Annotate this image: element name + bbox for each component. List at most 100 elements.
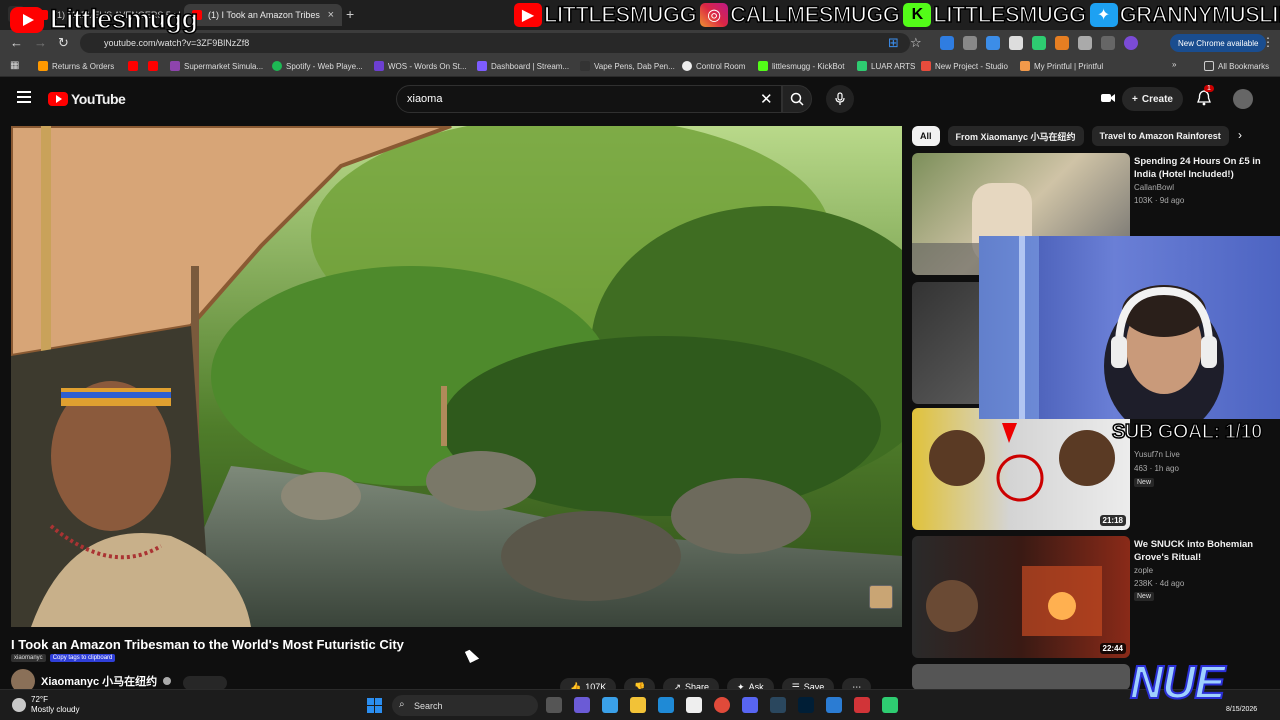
reload-icon[interactable]: ↻ <box>58 35 69 51</box>
account-avatar[interactable] <box>1233 89 1253 109</box>
store-icon[interactable] <box>686 697 702 713</box>
browser-menu-icon[interactable]: ⋮ <box>1262 35 1274 49</box>
video-thumbnail[interactable]: 21:18 <box>912 408 1130 530</box>
puzzle-icon[interactable] <box>1078 36 1092 50</box>
extension-icon[interactable] <box>1009 36 1023 50</box>
extension-icon[interactable] <box>986 36 1000 50</box>
social-handle: LITTLESMUGG <box>543 1 697 28</box>
social-twitter: ✦ GRANNYMUSLIM <box>1089 1 1280 28</box>
video-player[interactable] <box>11 126 902 627</box>
voice-search-button[interactable] <box>826 85 854 113</box>
microphone-icon <box>835 92 845 105</box>
recommendation-channel[interactable]: zople <box>1134 566 1153 575</box>
discord-icon[interactable] <box>742 697 758 713</box>
close-tab-icon[interactable]: × <box>328 9 334 21</box>
bookmark-wos[interactable]: WOS - Words On St... <box>374 61 467 71</box>
browser-tab-2[interactable]: (1) I Took an Amazon Tribes × <box>184 4 342 26</box>
streamer-name: Littlesmugg <box>49 3 198 35</box>
bookmark-vape[interactable]: Vape Pens, Dab Pen... <box>580 61 675 71</box>
clear-search-icon[interactable]: ✕ <box>760 90 773 108</box>
bookmarks-bar: ▦ Returns & Orders Supermarket Simula...… <box>0 56 1280 77</box>
acrobat-icon[interactable] <box>854 697 870 713</box>
bookmark-printful[interactable]: My Printful | Printful <box>1020 61 1103 71</box>
bookmark-new-project[interactable]: New Project - Studio <box>921 61 1008 71</box>
new-chrome-label: New Chrome available <box>1178 38 1259 48</box>
youtube-home-logo[interactable]: YouTube <box>48 91 126 107</box>
notifications-button[interactable]: 1 <box>1197 85 1214 111</box>
bookmark-control-room[interactable]: Control Room <box>682 61 745 71</box>
all-bookmarks[interactable]: All Bookmarks <box>1204 61 1269 71</box>
extension-icon[interactable] <box>963 36 977 50</box>
twitter-icon: ✦ <box>1089 3 1118 27</box>
profile-avatar-icon[interactable] <box>1124 36 1138 50</box>
bookmark-youtube-2[interactable] <box>148 61 158 71</box>
copy-tags-button[interactable]: Copy tags to clipboard <box>49 654 116 662</box>
chip-from-channel[interactable]: From Xiaomanyc 小马在纽约 <box>947 126 1084 146</box>
translate-icon[interactable]: ⊞ <box>888 35 899 51</box>
kick-icon: K <box>903 3 932 27</box>
task-view-icon[interactable] <box>546 697 562 713</box>
bookmark-supermarket[interactable]: Supermarket Simula... <box>170 61 263 71</box>
bookmark-kickbot[interactable]: littlesmugg - KickBot <box>758 61 844 71</box>
recommendation-title[interactable]: We SNUCK into Bohemian Grove's Ritual! <box>1134 538 1274 564</box>
bookmark-label: Spotify - Web Playe... <box>286 61 363 71</box>
create-label: Create <box>1141 93 1173 105</box>
taskbar-search[interactable]: ⌕ Search <box>392 695 538 716</box>
extension-icon[interactable] <box>1032 36 1046 50</box>
search-input[interactable]: xiaoma <box>396 85 782 113</box>
bookmark-star-icon[interactable]: ☆ <box>910 35 922 51</box>
chrome-icon[interactable] <box>714 697 730 713</box>
video-duration: 21:18 <box>1099 515 1126 526</box>
video-tag[interactable]: xiaomanyc <box>11 654 46 662</box>
subscription-bell-button[interactable] <box>183 676 227 690</box>
channel-watermark[interactable] <box>869 585 893 609</box>
recommendation-item[interactable]: 22:44 We SNUCK into Bohemian Grove's Rit… <box>912 536 1253 658</box>
recommendation-title[interactable]: Spending 24 Hours On £5 in India (Hotel … <box>1134 155 1274 181</box>
bookmark-luar[interactable]: LUAR ARTS <box>857 61 915 71</box>
video-frame-jungle-river <box>11 126 902 627</box>
copilot-icon[interactable] <box>602 697 618 713</box>
recommendation-channel[interactable]: Yusuf7n Live <box>1134 450 1180 459</box>
apps-grid-icon[interactable]: ▦ <box>10 60 19 71</box>
edge-icon[interactable] <box>658 697 674 713</box>
channel-name[interactable]: Xiaomanyc 小马在纽约 <box>41 673 157 689</box>
app-icon[interactable] <box>882 697 898 713</box>
video-thumbnail[interactable]: 22:44 <box>912 536 1130 658</box>
chip-all[interactable]: All <box>912 126 940 146</box>
chevron-right-icon[interactable]: › <box>1238 128 1242 142</box>
new-tab-icon[interactable]: + <box>346 6 354 22</box>
media-icon[interactable] <box>1101 36 1115 50</box>
recommendation-channel[interactable]: CallanBowl <box>1134 183 1174 192</box>
folder-icon <box>1204 61 1214 71</box>
bookmark-youtube-1[interactable] <box>128 61 138 71</box>
photoshop-icon[interactable] <box>798 697 814 713</box>
windows-start-icon[interactable] <box>367 698 382 713</box>
create-button[interactable]: + Create <box>1122 87 1183 111</box>
bookmark-returns[interactable]: Returns & Orders <box>38 61 114 71</box>
file-explorer-icon[interactable] <box>630 697 646 713</box>
steam-icon[interactable] <box>770 697 786 713</box>
bookmark-label: Dashboard | Stream... <box>491 61 570 71</box>
temperature: 72°F <box>31 695 48 704</box>
social-kick: K LITTLESMUGG <box>903 1 1087 28</box>
extension-icon[interactable] <box>1055 36 1069 50</box>
url-field[interactable]: youtube.com/watch?v=3ZF9BlNzZf8 <box>80 33 910 53</box>
back-icon[interactable]: ← <box>10 35 23 50</box>
plus-icon: + <box>1132 93 1138 105</box>
notepad-icon[interactable] <box>826 697 842 713</box>
weather-widget[interactable]: 72°F Mostly cloudy <box>12 695 79 715</box>
bookmarks-overflow-icon[interactable]: » <box>1172 60 1176 69</box>
forward-icon[interactable]: → <box>34 35 47 50</box>
extension-icon[interactable] <box>940 36 954 50</box>
search-button[interactable] <box>782 85 812 113</box>
bookmark-spotify[interactable]: Spotify - Web Playe... <box>272 61 363 71</box>
teams-icon[interactable] <box>574 697 590 713</box>
new-chrome-button[interactable]: New Chrome available <box>1170 34 1267 52</box>
social-handle: GRANNYMUSLIM <box>1119 1 1280 28</box>
video-thumbnail[interactable] <box>912 664 1130 690</box>
menu-hamburger-icon[interactable] <box>17 91 31 103</box>
notification-badge: 1 <box>1204 85 1214 92</box>
chip-travel-amazon[interactable]: Travel to Amazon Rainforest <box>1091 126 1229 146</box>
bookmark-dashboard[interactable]: Dashboard | Stream... <box>477 61 569 71</box>
video-camera-icon[interactable] <box>1100 91 1116 105</box>
